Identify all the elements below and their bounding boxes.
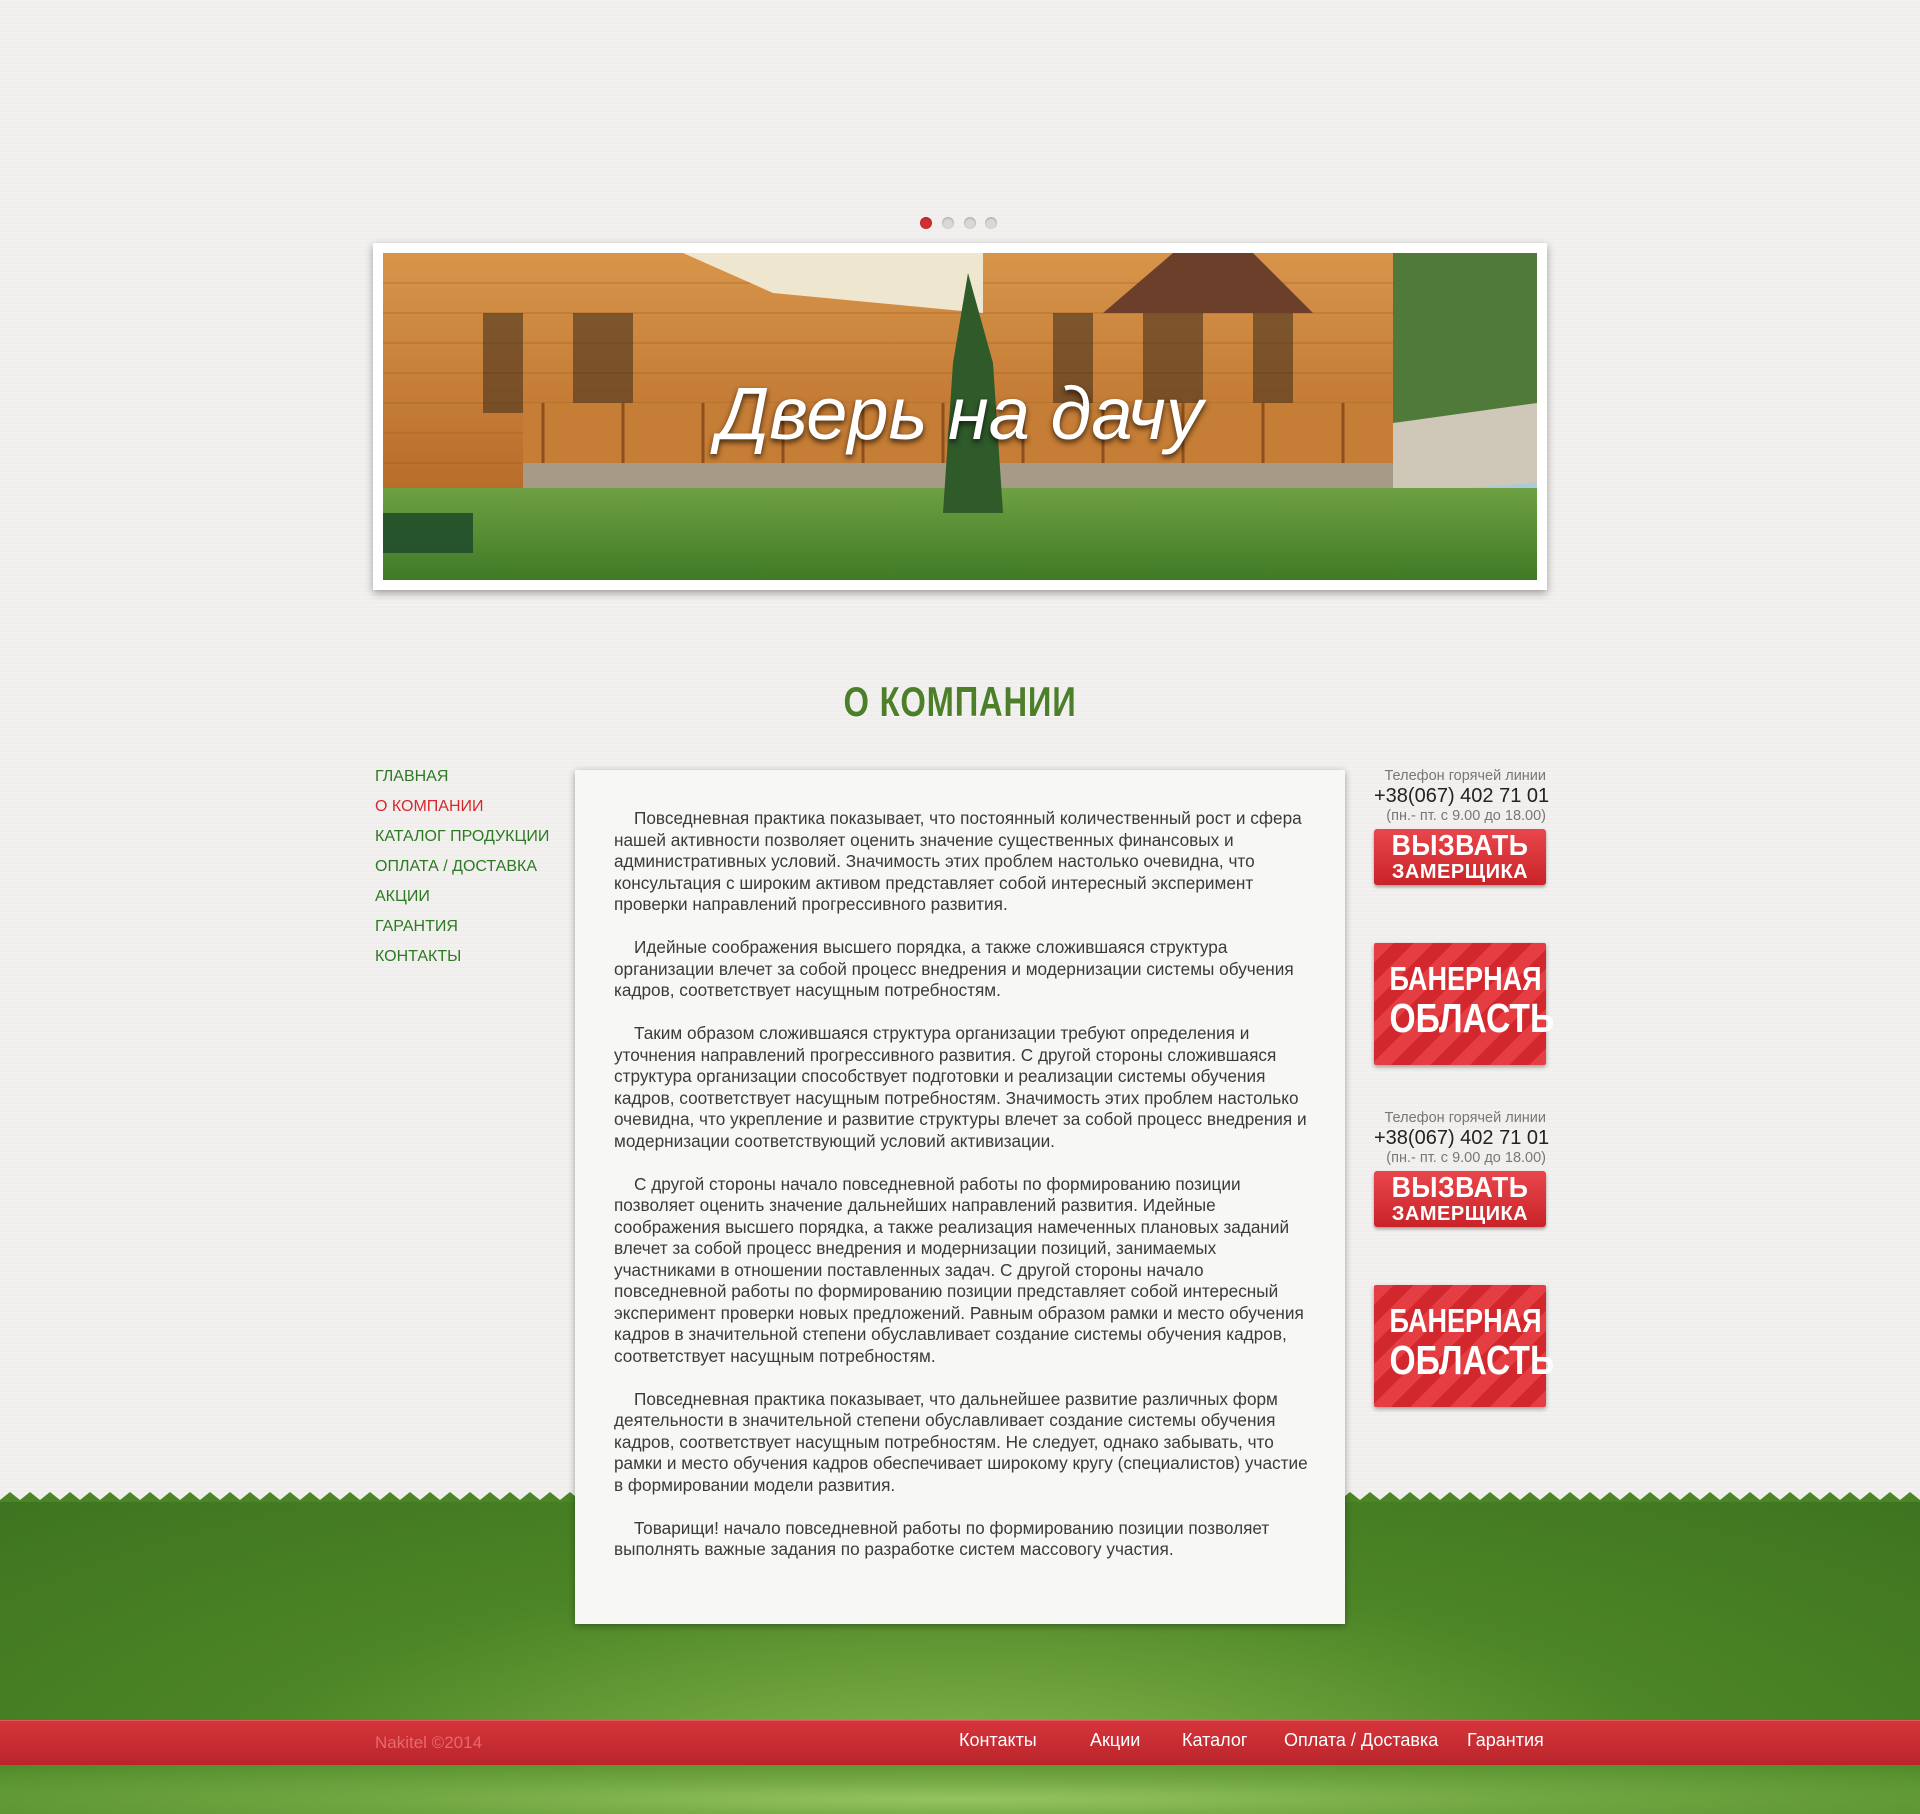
hotline-label: Телефон горячей линии: [1384, 1110, 1546, 1126]
footer-link-payment-delivery[interactable]: Оплата / Доставка: [1284, 1730, 1438, 1751]
nav-item-catalog[interactable]: КАТАЛОГ ПРОДУКЦИИ: [375, 827, 549, 857]
slider-dot-1[interactable]: [920, 217, 932, 229]
ad-banner[interactable]: БАНЕРНАЯ ОБЛАСТЬ: [1374, 1285, 1555, 1407]
hotline-phone[interactable]: +38(067) 402 71 01: [1374, 785, 1549, 808]
sidebar-nav: ГЛАВНАЯ О КОМПАНИИ КАТАЛОГ ПРОДУКЦИИ ОПЛ…: [375, 767, 549, 977]
about-text: Повседневная практика показывает, что по…: [614, 808, 1314, 1582]
banner-title: Дверь на дачу: [717, 372, 1203, 455]
content-panel: Повседневная практика показывает, что по…: [575, 770, 1345, 1624]
call-button-line1: ВЫЗВАТЬ: [1391, 830, 1529, 862]
ad-banner-line2: ОБЛАСТЬ: [1389, 1337, 1555, 1383]
slider-dot-2[interactable]: [942, 217, 954, 229]
hotline-hours: (пн.- пт. с 9.00 до 18.00): [1386, 808, 1546, 824]
footer-copyright: Nakitel ©2014: [375, 1733, 483, 1752]
nav-item-payment-delivery[interactable]: ОПЛАТА / ДОСТАВКА: [375, 857, 549, 887]
footer-link-warranty[interactable]: Гарантия: [1467, 1730, 1544, 1751]
paragraph: С другой стороны начало повседневной раб…: [614, 1173, 1304, 1366]
paragraph: Повседневная практика показывает, что да…: [614, 1388, 1308, 1495]
paragraph: Повседневная практика показывает, что по…: [614, 808, 1302, 914]
nav-item-about[interactable]: О КОМПАНИИ: [375, 797, 549, 827]
hotline-hours: (пн.- пт. с 9.00 до 18.00): [1386, 1150, 1546, 1166]
hero-banner[interactable]: Дверь на дачу: [373, 243, 1547, 590]
paragraph: Идейные соображения высшего порядка, а т…: [614, 937, 1294, 1000]
ad-banner-line2: ОБЛАСТЬ: [1389, 995, 1555, 1041]
call-button-line2: ЗАМЕРЩИКА: [1391, 861, 1529, 883]
nav-item-promotions[interactable]: АКЦИИ: [375, 887, 549, 917]
hotline-block-1: Телефон горячей линии +38(067) 402 71 01…: [1374, 768, 1549, 885]
hotline-label: Телефон горячей линии: [1384, 768, 1546, 784]
page-title: О КОМПАНИИ: [843, 678, 1077, 725]
footer-link-promotions[interactable]: Акции: [1090, 1730, 1140, 1751]
hero-photo-wooden-house: Дверь на дачу: [383, 253, 1537, 580]
slider-dot-3[interactable]: [964, 217, 976, 229]
paragraph: Товарищи! начало повседневной работы по …: [614, 1517, 1270, 1560]
hotline-block-2: Телефон горячей линии +38(067) 402 71 01…: [1374, 1110, 1549, 1227]
slider-dot-4[interactable]: [985, 217, 997, 229]
ad-banner[interactable]: БАНЕРНАЯ ОБЛАСТЬ: [1374, 943, 1555, 1065]
ad-banner-line1: БАНЕРНАЯ: [1389, 960, 1542, 997]
nav-item-contacts[interactable]: КОНТАКТЫ: [375, 947, 549, 977]
nav-item-home[interactable]: ГЛАВНАЯ: [375, 767, 549, 797]
paragraph: Таким образом сложившаяся структура орга…: [614, 1023, 1307, 1151]
nav-item-warranty[interactable]: ГАРАНТИЯ: [375, 917, 549, 947]
ad-banner-line1: БАНЕРНАЯ: [1389, 1302, 1542, 1339]
call-button-line1: ВЫЗВАТЬ: [1391, 1172, 1529, 1204]
footer-link-catalog[interactable]: Каталог: [1182, 1730, 1247, 1751]
call-measurer-button[interactable]: ВЫЗВАТЬ ЗАМЕРЩИКА: [1374, 829, 1546, 885]
footer-link-contacts[interactable]: Контакты: [959, 1730, 1037, 1751]
hotline-phone[interactable]: +38(067) 402 71 01: [1374, 1127, 1549, 1150]
call-measurer-button[interactable]: ВЫЗВАТЬ ЗАМЕРЩИКА: [1374, 1171, 1546, 1227]
footer-bottom-strip: [0, 1765, 1920, 1814]
call-button-line2: ЗАМЕРЩИКА: [1391, 1203, 1529, 1225]
